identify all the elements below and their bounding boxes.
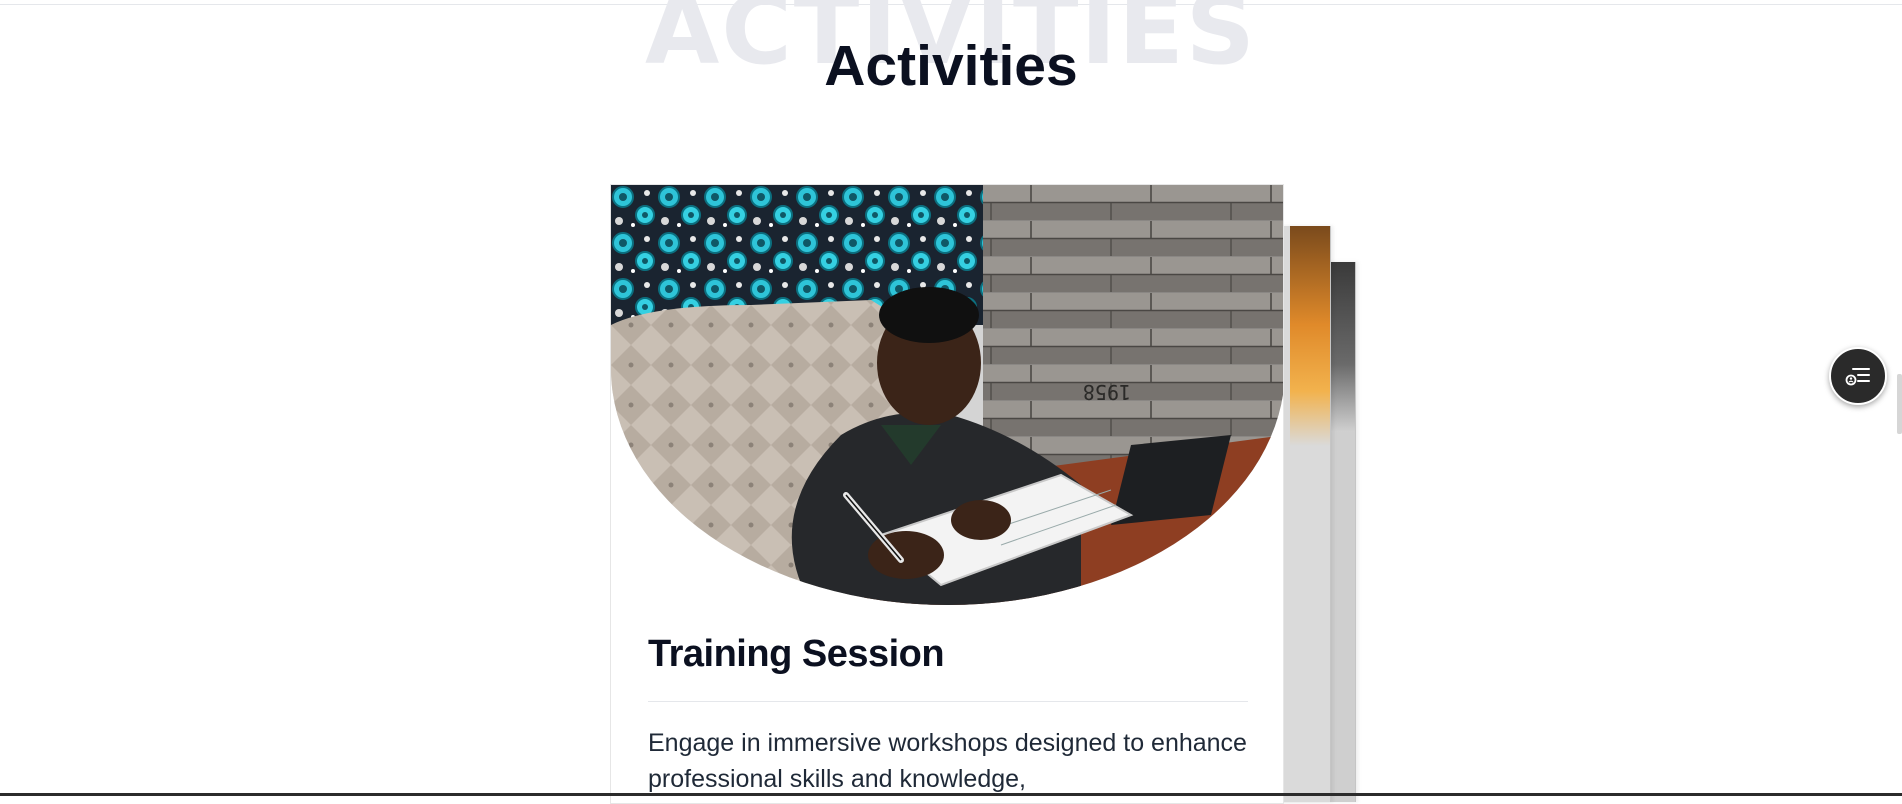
accessibility-list-icon	[1845, 368, 1870, 386]
scrollbar-thumb[interactable]	[1897, 374, 1902, 434]
card-image: 1958	[611, 185, 1283, 605]
card-divider	[648, 701, 1248, 702]
card-title: Training Session	[648, 633, 945, 675]
activity-card[interactable]: 1958 Training Session Engage in immersiv…	[610, 184, 1284, 804]
accessibility-menu-button[interactable]	[1829, 347, 1887, 405]
section-title: Activities	[824, 34, 1078, 98]
svg-text:1958: 1958	[1083, 380, 1131, 404]
card-description: Engage in immersive workshops designed t…	[648, 729, 1247, 793]
section-header: ACTIVITIES Activities	[0, 0, 1902, 130]
